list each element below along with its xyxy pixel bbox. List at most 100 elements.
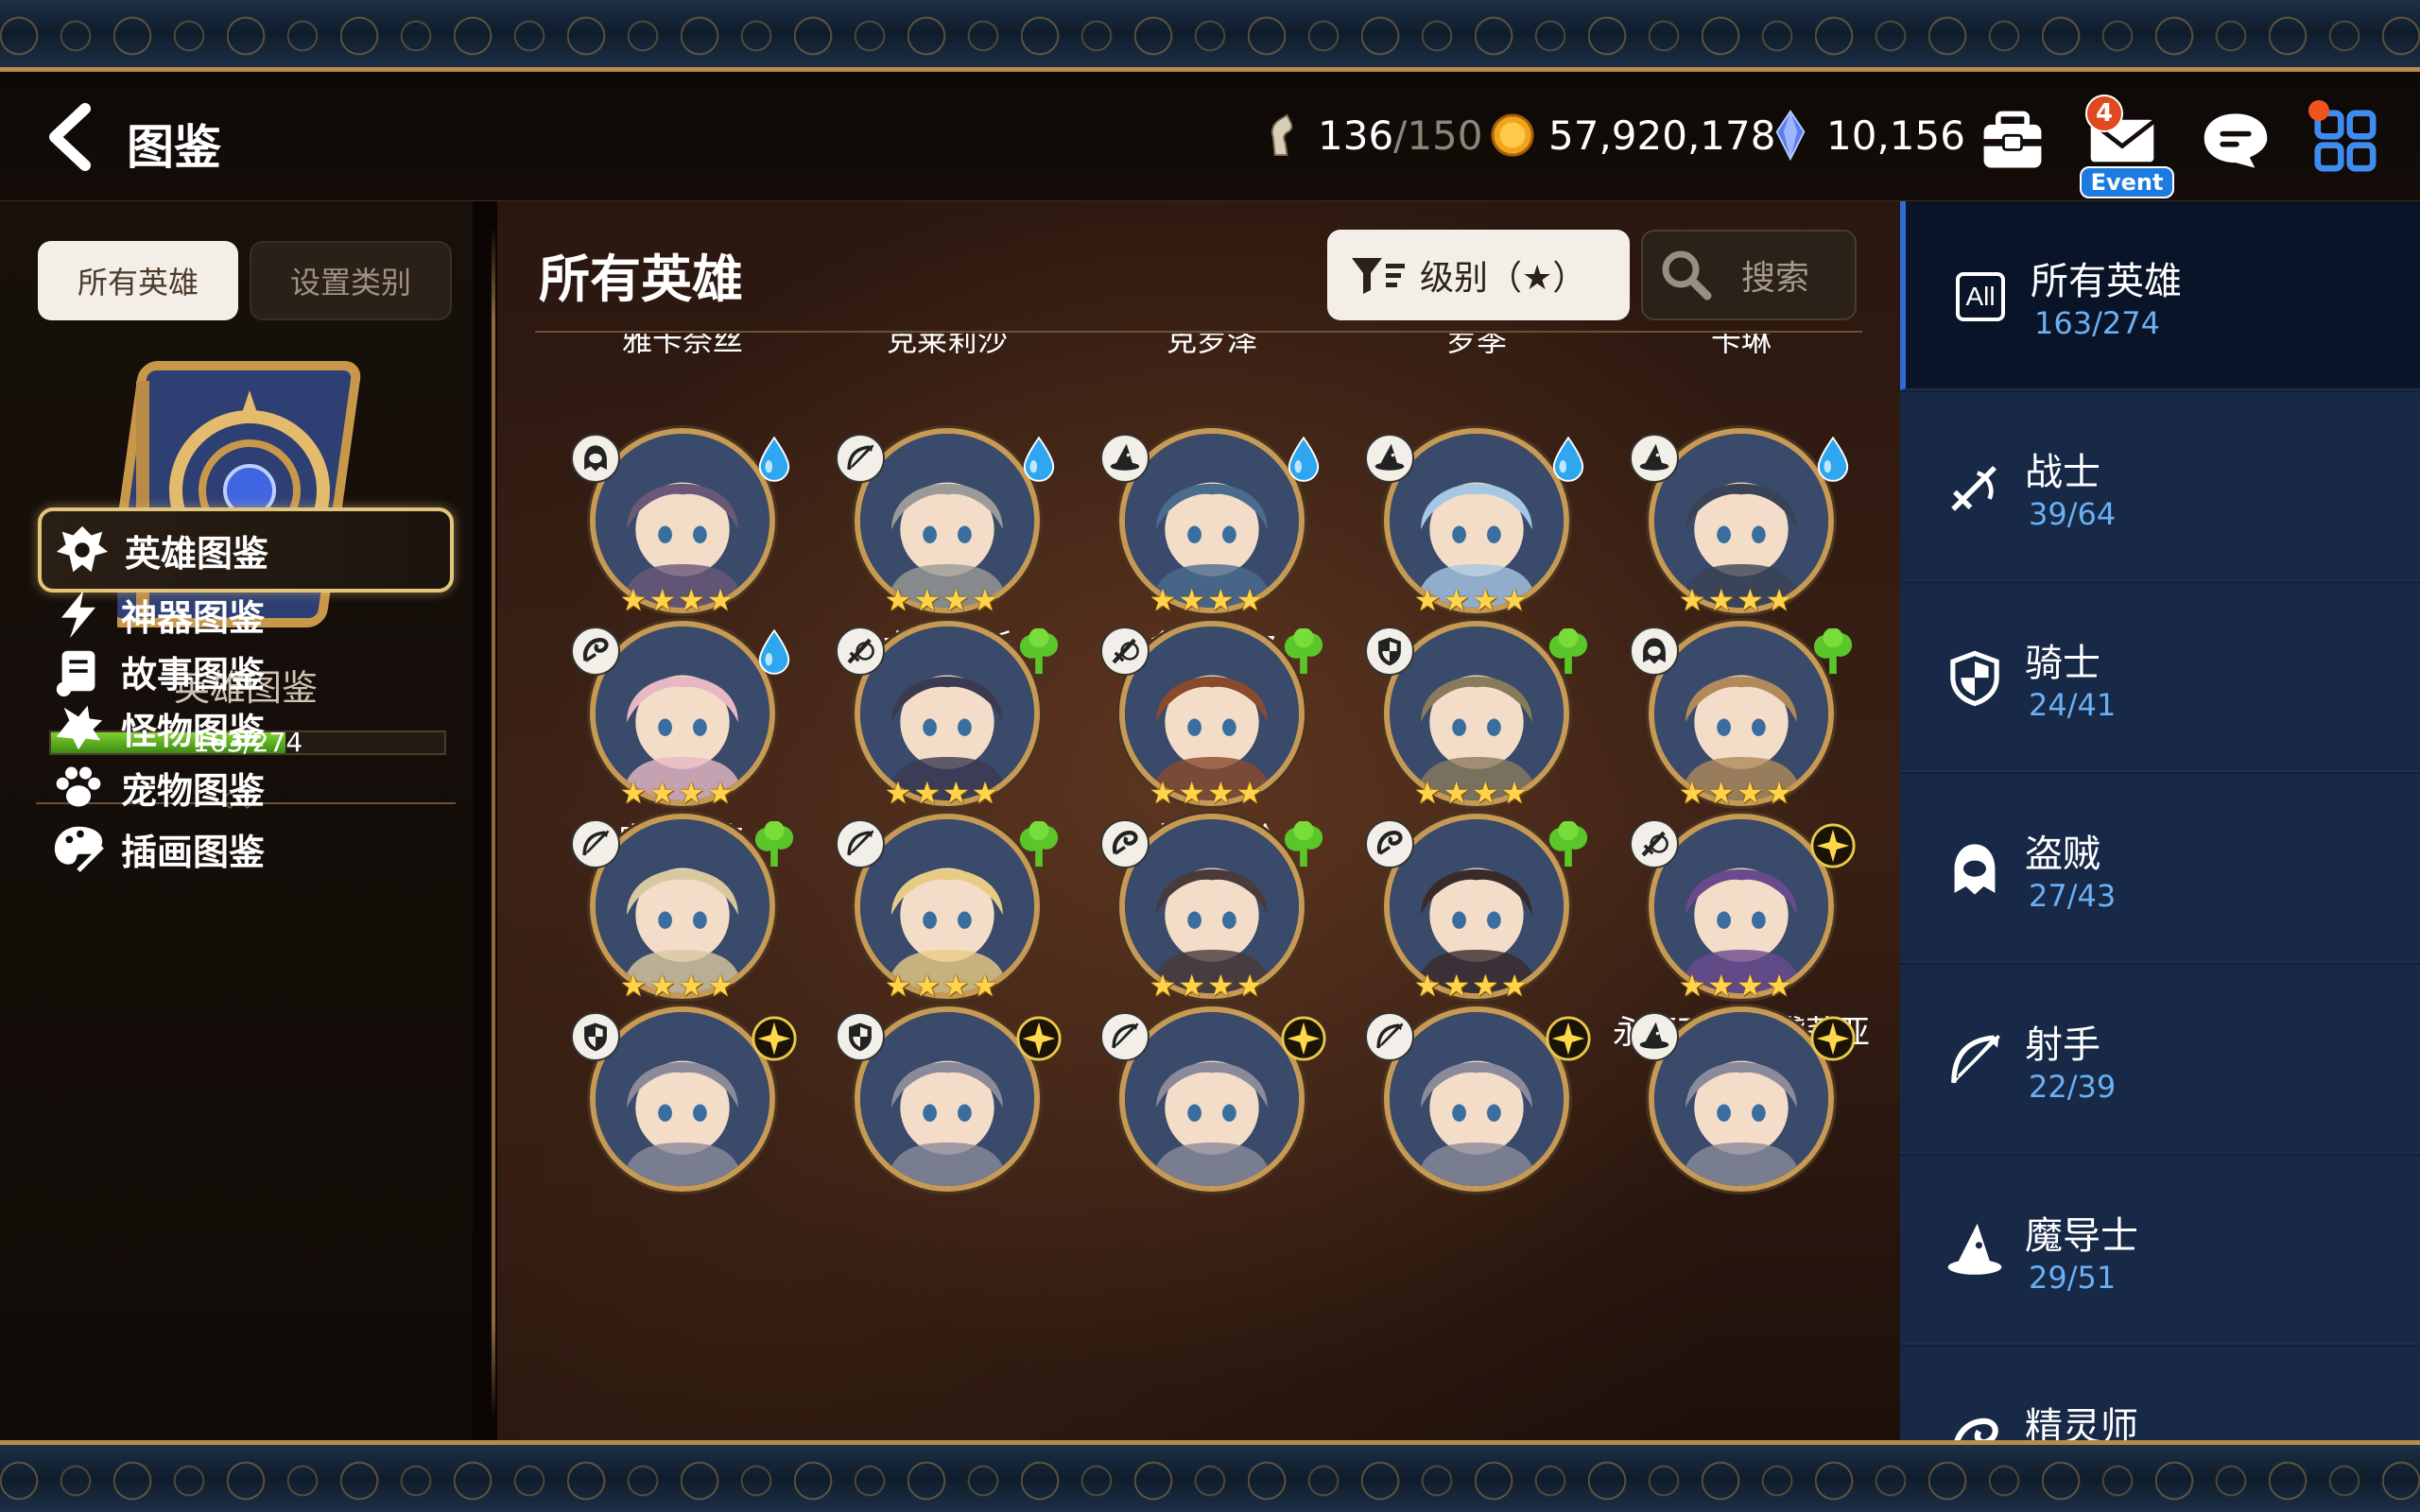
star-icon: ★ bbox=[1472, 968, 1499, 1004]
star-icon: ★ bbox=[1678, 775, 1706, 811]
chat-button[interactable] bbox=[2193, 98, 2278, 183]
star-icon: ★ bbox=[1178, 968, 1205, 1004]
mail-button[interactable]: 4 Event bbox=[2080, 94, 2174, 198]
star-icon: ★ bbox=[1500, 582, 1529, 618]
nav-item-label: 英雄图鉴 bbox=[125, 532, 269, 575]
star-icon: ★ bbox=[971, 775, 999, 811]
stamina-current: 136 bbox=[1318, 112, 1394, 159]
star-icon: ★ bbox=[678, 968, 705, 1004]
mage-hat-icon bbox=[1630, 1012, 1679, 1061]
star-rating: ★ ★ ★ ★ bbox=[611, 776, 743, 810]
star-icon: ★ bbox=[1413, 968, 1442, 1004]
star-icon: ★ bbox=[971, 582, 999, 618]
hero-codex-icon bbox=[53, 521, 112, 579]
star-icon: ★ bbox=[1678, 582, 1706, 618]
hero-card-partial[interactable] bbox=[1053, 1006, 1326, 1290]
star-icon: ★ bbox=[706, 968, 735, 1004]
star-rating: ★ ★ ★ ★ bbox=[1405, 583, 1537, 617]
class-filter-all[interactable]: All 所有英雄 163/274 bbox=[1900, 201, 2420, 390]
star-icon: ★ bbox=[1236, 582, 1264, 618]
hero-name-partial: 克莱莉沙 bbox=[886, 334, 1008, 358]
mage-hat-icon bbox=[1100, 434, 1150, 483]
star-icon: ★ bbox=[619, 775, 648, 811]
gold-coin-icon bbox=[1490, 110, 1535, 161]
class-filter-warrior-sword[interactable]: 战士 39/64 bbox=[1900, 392, 2420, 581]
hero-card-partial[interactable] bbox=[1318, 1006, 1591, 1290]
illustration-palette-icon bbox=[49, 819, 108, 878]
star-icon: ★ bbox=[648, 775, 676, 811]
star-icon: ★ bbox=[913, 775, 941, 811]
warrior-sword-icon bbox=[836, 627, 885, 676]
star-icon: ★ bbox=[1149, 968, 1177, 1004]
hero-name-partial: 雅卡奈丝 bbox=[621, 334, 743, 358]
class-filter-count: 24/41 bbox=[2029, 687, 2117, 723]
warrior-sword-icon bbox=[1630, 819, 1679, 868]
ranger-bow-icon bbox=[836, 819, 885, 868]
class-filter-ranger-bow[interactable]: 射手 22/39 bbox=[1900, 965, 2420, 1154]
tab-all-heroes[interactable]: 所有英雄 bbox=[38, 241, 238, 320]
star-icon: ★ bbox=[884, 582, 912, 618]
star-icon: ★ bbox=[1765, 582, 1793, 618]
search-label: 搜索 bbox=[1741, 259, 1810, 298]
gold-amount: 57,920,178 bbox=[1548, 112, 1776, 159]
ranger-bow-icon bbox=[1942, 1027, 2008, 1093]
search-button[interactable]: 搜索 bbox=[1641, 230, 1857, 320]
star-icon: ★ bbox=[678, 582, 705, 618]
mage-hat-icon bbox=[1942, 1218, 2008, 1284]
star-rating: ★ ★ ★ ★ bbox=[1405, 969, 1537, 1003]
star-icon: ★ bbox=[913, 968, 941, 1004]
class-filter-count: 29/51 bbox=[2029, 1260, 2117, 1296]
star-rating: ★ ★ ★ ★ bbox=[875, 969, 1008, 1003]
class-filter-count: 163/274 bbox=[2034, 305, 2160, 341]
star-icon: ★ bbox=[1178, 582, 1205, 618]
backpack-icon bbox=[1979, 111, 2046, 168]
hero-name-partial: 罗季 bbox=[1445, 334, 1507, 358]
class-filter-name: 骑士 bbox=[2025, 642, 2100, 685]
star-icon: ★ bbox=[1443, 582, 1470, 618]
top-bar: 图鉴 136 /150 57,920,178 10,156 4 Event bbox=[0, 72, 2420, 201]
nav-item-label: 插画图鉴 bbox=[121, 831, 266, 873]
hero-name-partial: 克罗泽 bbox=[1166, 334, 1257, 358]
class-filter-thief[interactable]: 盗贼 27/43 bbox=[1900, 774, 2420, 963]
star-icon: ★ bbox=[1443, 775, 1470, 811]
star-icon: ★ bbox=[706, 775, 735, 811]
star-icon: ★ bbox=[1149, 582, 1177, 618]
class-filter-mage-hat[interactable]: 魔导士 29/51 bbox=[1900, 1156, 2420, 1345]
tab-set-category[interactable]: 设置类别 bbox=[250, 241, 452, 320]
all-icon-label: All bbox=[1956, 272, 2005, 321]
hero-card-partial[interactable] bbox=[524, 1006, 797, 1290]
ranger-bow-icon bbox=[571, 819, 620, 868]
star-icon: ★ bbox=[884, 775, 912, 811]
star-icon: ★ bbox=[1207, 582, 1235, 618]
star-icon: ★ bbox=[678, 775, 705, 811]
earth-tree-icon bbox=[1809, 627, 1857, 679]
event-tag: Event bbox=[2080, 166, 2174, 198]
star-icon: ★ bbox=[1765, 968, 1793, 1004]
stamina-counter[interactable]: 136 /150 bbox=[1259, 110, 1483, 161]
hero-name-partial: 卡琳 bbox=[1710, 334, 1772, 358]
star-rating: ★ ★ ★ ★ bbox=[1669, 583, 1802, 617]
warrior-sword-icon bbox=[1942, 455, 2008, 521]
star-rating: ★ ★ ★ ★ bbox=[1140, 969, 1272, 1003]
back-button[interactable] bbox=[34, 96, 110, 178]
star-icon: ★ bbox=[1737, 582, 1764, 618]
hero-card-partial[interactable] bbox=[788, 1006, 1062, 1290]
star-icon: ★ bbox=[1737, 968, 1764, 1004]
sort-by-grade-button[interactable]: 级别（★） bbox=[1327, 230, 1630, 320]
inventory-button[interactable] bbox=[1970, 98, 2055, 183]
class-filter-name: 所有英雄 bbox=[2031, 260, 2182, 303]
star-rating: ★ ★ ★ ★ bbox=[1405, 776, 1537, 810]
stamina-max: /150 bbox=[1393, 112, 1483, 159]
gold-counter[interactable]: 57,920,178 bbox=[1490, 110, 1775, 161]
skystone-counter[interactable]: 10,156 bbox=[1768, 110, 1965, 162]
star-icon: ★ bbox=[1737, 775, 1764, 811]
main-menu-button[interactable] bbox=[2303, 98, 2388, 183]
nav-item-illustration-palette[interactable]: 插画图鉴 bbox=[49, 806, 465, 891]
mage-hat-icon bbox=[1365, 434, 1414, 483]
star-icon: ★ bbox=[884, 968, 912, 1004]
star-icon: ★ bbox=[1443, 968, 1470, 1004]
star-icon: ★ bbox=[971, 968, 999, 1004]
class-filter-knight-shield[interactable]: 骑士 24/41 bbox=[1900, 583, 2420, 772]
hero-card-partial[interactable] bbox=[1582, 1006, 1856, 1290]
all-icon: All bbox=[1947, 264, 2014, 330]
